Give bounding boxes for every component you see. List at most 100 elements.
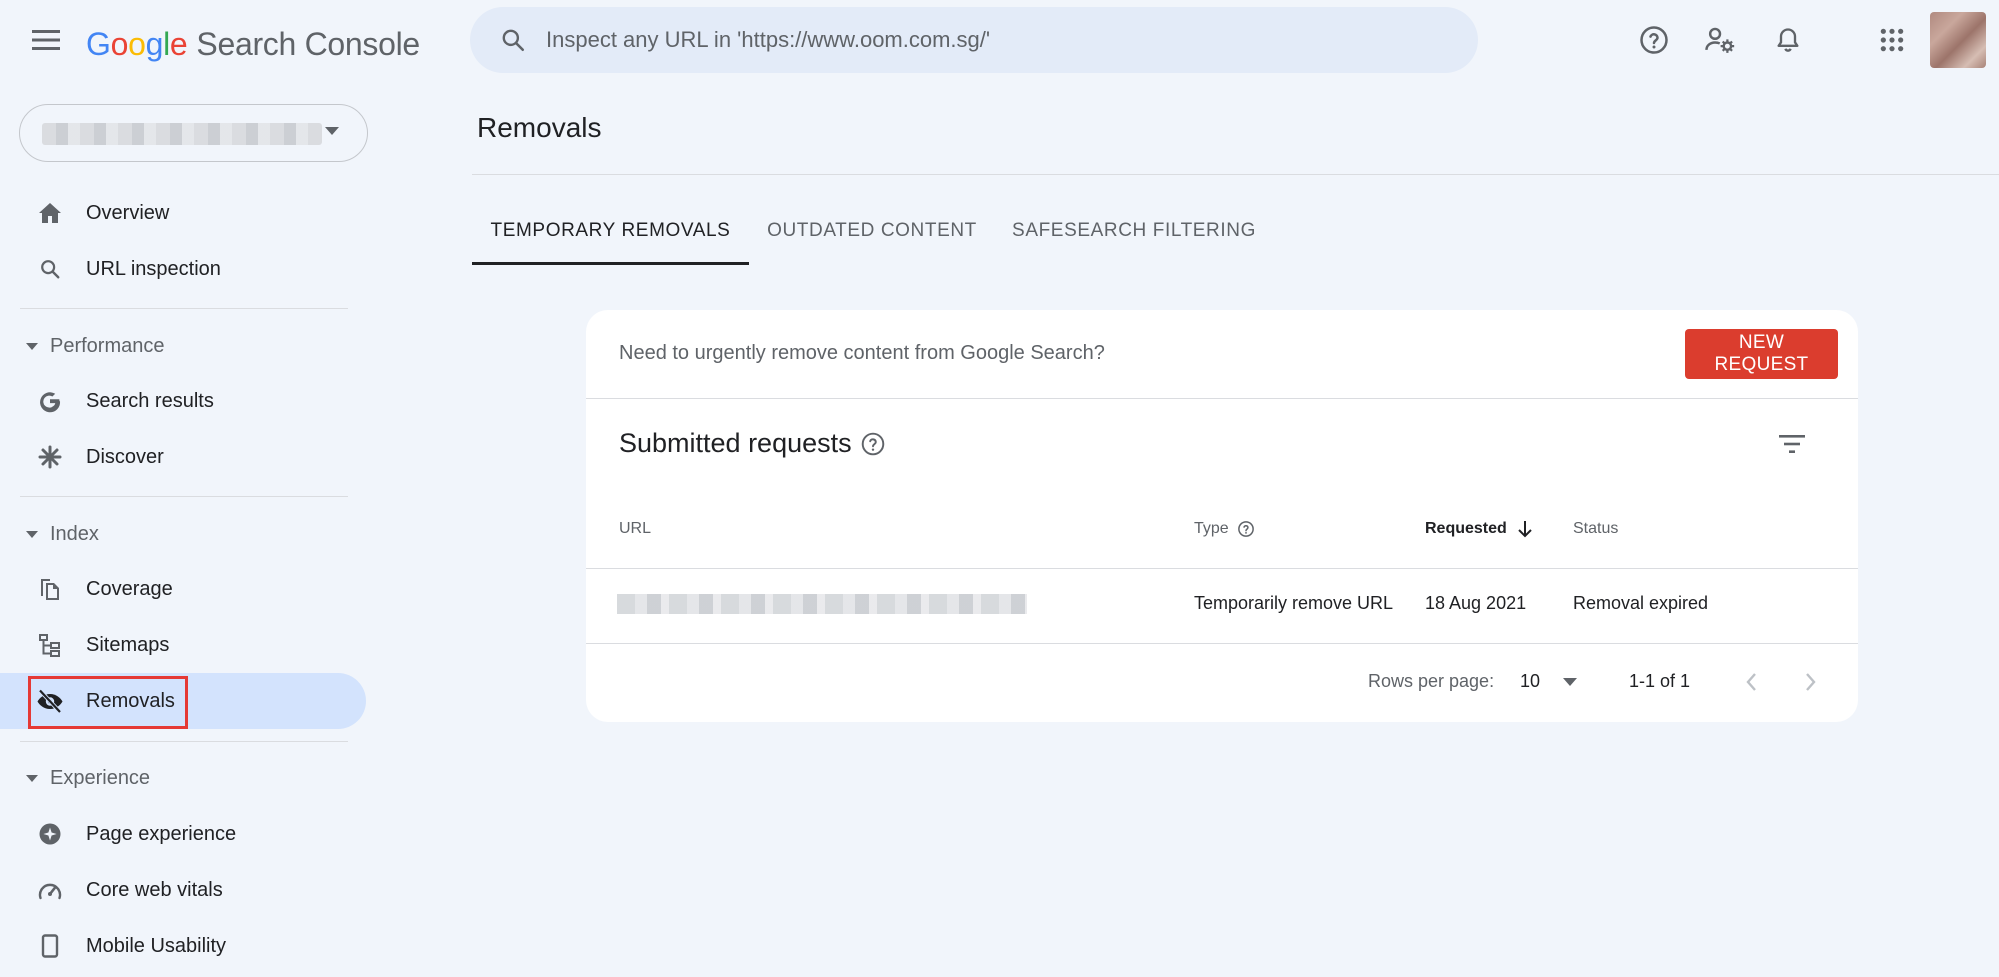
logo-letter: G bbox=[86, 25, 111, 62]
sidebar-item-discover[interactable]: Discover bbox=[0, 429, 366, 485]
logo-letter: e bbox=[169, 25, 188, 62]
caret-down-icon bbox=[26, 530, 38, 538]
sidebar-item-page-experience[interactable]: Page experience bbox=[0, 806, 366, 862]
sidebar-item-overview[interactable]: Overview bbox=[0, 185, 366, 241]
sidebar-item-coverage[interactable]: Coverage bbox=[0, 561, 366, 617]
sidebar-divider bbox=[20, 496, 348, 497]
help-button[interactable] bbox=[1634, 20, 1674, 60]
sidebar-item-label: Discover bbox=[86, 445, 164, 468]
header-divider bbox=[472, 174, 1999, 175]
submitted-requests-title: Submitted requests bbox=[619, 428, 886, 459]
rows-per-page-value[interactable]: 10 bbox=[1520, 671, 1540, 692]
account-avatar[interactable] bbox=[1930, 12, 1986, 68]
sidebar-item-label: Coverage bbox=[86, 577, 173, 600]
tab-safesearch-filtering[interactable]: SAFESEARCH FILTERING bbox=[995, 198, 1273, 264]
help-icon bbox=[1237, 521, 1254, 537]
table-divider bbox=[586, 643, 1858, 644]
sidebar-item-label: Search results bbox=[86, 389, 214, 412]
manage-users-button[interactable] bbox=[1700, 20, 1740, 60]
property-selector[interactable] bbox=[19, 104, 368, 162]
column-header-label: Type bbox=[1194, 520, 1229, 537]
google-apps-button[interactable] bbox=[1872, 20, 1912, 60]
column-header-type[interactable]: Type bbox=[1194, 520, 1255, 538]
tab-temporary-removals[interactable]: TEMPORARY REMOVALS bbox=[472, 198, 749, 264]
new-request-button[interactable]: NEW REQUEST bbox=[1685, 329, 1838, 379]
hamburger-icon bbox=[32, 30, 60, 50]
sidebar-item-sitemaps[interactable]: Sitemaps bbox=[0, 617, 366, 673]
sidebar-section-label: Index bbox=[50, 522, 99, 545]
sidebar-item-search-results[interactable]: Search results bbox=[0, 373, 366, 429]
sidebar-divider bbox=[20, 741, 348, 742]
sidebar-section-performance[interactable]: Performance bbox=[26, 326, 165, 366]
search-icon bbox=[36, 255, 64, 283]
help-icon[interactable] bbox=[860, 431, 886, 457]
home-icon bbox=[36, 199, 64, 227]
asterisk-icon bbox=[36, 443, 64, 471]
notifications-button[interactable] bbox=[1768, 20, 1808, 60]
next-page-button[interactable] bbox=[1793, 664, 1829, 700]
help-icon bbox=[1640, 26, 1668, 54]
url-inspection-search-bar[interactable] bbox=[470, 7, 1478, 73]
tab-outdated-content[interactable]: OUTDATED CONTENT bbox=[749, 198, 995, 264]
sidebar-section-experience[interactable]: Experience bbox=[26, 758, 150, 798]
section-title: Submitted requests bbox=[619, 428, 852, 458]
coverage-icon bbox=[36, 575, 64, 603]
rows-per-page-dropdown[interactable] bbox=[1552, 664, 1588, 700]
sidebar-item-label: Mobile Usability bbox=[86, 934, 227, 957]
removals-card: Need to urgently remove content from Goo… bbox=[586, 310, 1858, 722]
smartphone-icon bbox=[36, 932, 64, 960]
chevron-right-icon bbox=[1806, 673, 1816, 691]
sidebar-item-url-inspection[interactable]: URL inspection bbox=[0, 241, 366, 297]
chevron-down-icon bbox=[325, 127, 339, 135]
filter-list-icon bbox=[1779, 435, 1805, 453]
sidebar-section-label: Performance bbox=[50, 334, 165, 357]
sidebar-item-mobile-usability[interactable]: Mobile Usability bbox=[0, 918, 366, 974]
speed-gauge-icon bbox=[36, 876, 64, 904]
property-name-redacted bbox=[42, 123, 322, 145]
request-type-cell: Temporarily remove URL bbox=[1194, 593, 1394, 613]
sidebar-item-label: Sitemaps bbox=[86, 633, 170, 656]
sidebar-divider bbox=[20, 308, 348, 309]
manage-users-icon bbox=[1705, 27, 1735, 53]
previous-page-button[interactable] bbox=[1733, 664, 1769, 700]
sidebar-item-label: Core web vitals bbox=[86, 878, 223, 901]
product-name: Search Console bbox=[196, 25, 420, 62]
url-redacted[interactable] bbox=[617, 594, 1027, 614]
caret-down-icon bbox=[26, 342, 38, 350]
active-tab-indicator bbox=[472, 262, 749, 265]
pagination-range: 1-1 of 1 bbox=[1629, 671, 1691, 691]
logo-letter: l bbox=[163, 25, 170, 62]
search-icon bbox=[494, 21, 532, 59]
page-experience-icon bbox=[36, 820, 64, 848]
google-g-icon bbox=[36, 387, 64, 415]
banner-text: Need to urgently remove content from Goo… bbox=[619, 342, 1105, 364]
arrow-down-icon bbox=[1518, 521, 1532, 538]
column-header-requested[interactable]: Requested bbox=[1425, 520, 1533, 538]
highlight-box bbox=[28, 676, 188, 729]
sidebar-item-label: Overview bbox=[86, 201, 170, 224]
rows-per-page-label: Rows per page: bbox=[1368, 671, 1495, 691]
column-header-url[interactable]: URL bbox=[619, 520, 651, 538]
url-inspection-input[interactable] bbox=[544, 26, 1448, 54]
chevron-left-icon bbox=[1746, 673, 1756, 691]
logo-letter: g bbox=[145, 25, 164, 62]
sidebar-section-label: Experience bbox=[50, 766, 151, 789]
sidebar-item-label: Page experience bbox=[86, 822, 237, 845]
table-divider bbox=[586, 568, 1858, 569]
apps-grid-icon bbox=[1880, 28, 1904, 52]
page-title: Removals bbox=[477, 112, 602, 143]
sidebar-item-core-web-vitals[interactable]: Core web vitals bbox=[0, 862, 366, 918]
sidebar-item-label: URL inspection bbox=[86, 257, 221, 280]
filter-button[interactable] bbox=[1774, 426, 1810, 462]
sidebar-section-index[interactable]: Index bbox=[26, 514, 99, 554]
main-menu-button[interactable] bbox=[26, 20, 66, 60]
column-header-status[interactable]: Status bbox=[1573, 520, 1618, 538]
search-console-logo[interactable]: Google Search Console bbox=[86, 20, 420, 68]
logo-letter: o bbox=[128, 25, 146, 62]
caret-down-icon bbox=[1563, 678, 1577, 686]
column-header-label: Requested bbox=[1425, 520, 1507, 537]
notifications-icon bbox=[1777, 28, 1799, 52]
request-status-cell: Removal expired bbox=[1573, 593, 1709, 613]
request-date-cell: 18 Aug 2021 bbox=[1425, 593, 1527, 613]
caret-down-icon bbox=[26, 774, 38, 782]
